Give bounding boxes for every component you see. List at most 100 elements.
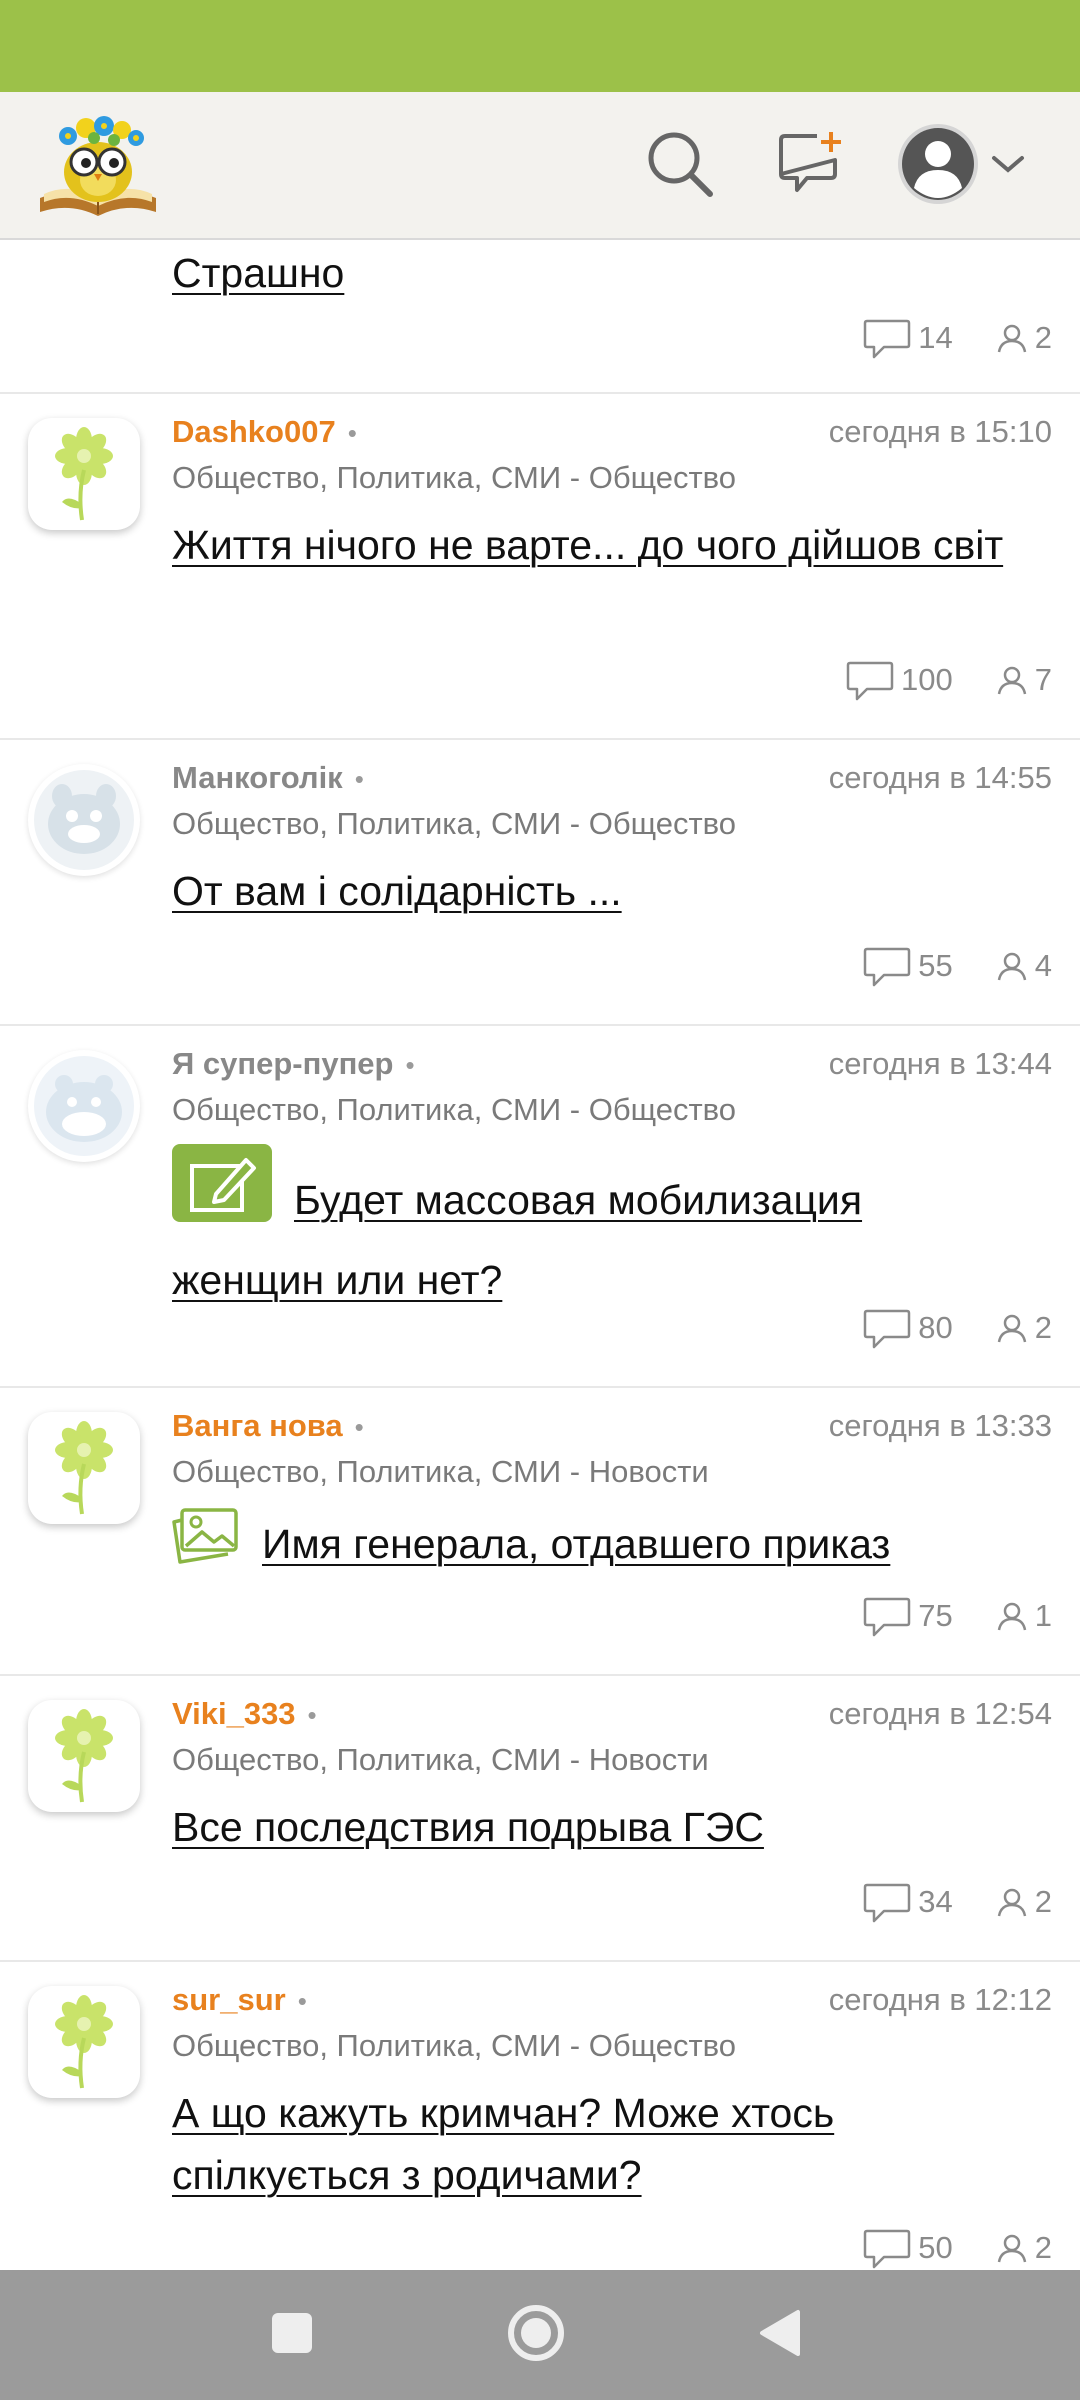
search-button[interactable] xyxy=(636,122,724,210)
image-gallery-icon xyxy=(170,1506,240,1583)
comment-icon xyxy=(864,1309,911,1349)
hamster-avatar-icon xyxy=(34,770,134,870)
flower-avatar-icon xyxy=(55,1995,113,2089)
topic-card[interactable]: sur_sur • сегодня в 12:12 Общество, Полит… xyxy=(0,1962,1080,2270)
profile-menu-button[interactable] xyxy=(896,122,1036,210)
avatar[interactable] xyxy=(28,1412,140,1524)
avatar[interactable] xyxy=(28,1700,140,1812)
topic-card[interactable]: Манкоголік • сегодня в 14:55 Общество, По… xyxy=(0,740,1080,1026)
comments-count: 34 xyxy=(862,1880,953,1924)
post-category[interactable]: Общество, Политика, СМИ - Новости xyxy=(172,1742,709,1778)
post-category[interactable]: Общество, Политика, СМИ - Новости xyxy=(172,1454,709,1490)
topic-stats: 100 7 xyxy=(845,658,1052,702)
topic-title-text[interactable]: Все последствия подрыва ГЭС xyxy=(172,1804,764,1850)
author-name[interactable]: sur_sur • xyxy=(172,1982,307,2018)
post-time: сегодня в 15:10 xyxy=(828,414,1052,449)
topic-stats: 14 2 xyxy=(862,316,1052,360)
topic-title-text[interactable]: Страшно xyxy=(172,250,344,296)
post-time: сегодня в 12:54 xyxy=(828,1696,1052,1731)
comment-icon xyxy=(864,1597,911,1637)
recents-button[interactable] xyxy=(252,2295,332,2375)
avatar[interactable] xyxy=(28,764,140,876)
author-name[interactable]: Ванга нова • xyxy=(172,1408,364,1444)
topic-title[interactable]: Имя генерала, отдавшего приказ xyxy=(170,1506,1050,1583)
user-icon xyxy=(997,1314,1026,1343)
comments-count: 80 xyxy=(862,1306,953,1350)
user-icon xyxy=(997,1602,1026,1631)
comment-icon xyxy=(846,661,894,701)
user-icon xyxy=(997,324,1026,353)
participants-count: 4 xyxy=(995,948,1052,984)
topic-title-text[interactable]: Життя нічого не варте... до чого дійшов … xyxy=(172,522,1003,568)
comments-count: 14 xyxy=(862,316,953,360)
new-post-button[interactable] xyxy=(768,122,856,210)
participants-count: 2 xyxy=(995,2230,1052,2266)
avatar[interactable] xyxy=(28,1986,140,2098)
avatar[interactable] xyxy=(28,418,140,530)
author-name[interactable]: Viki_333 • xyxy=(172,1696,317,1732)
user-icon xyxy=(997,666,1026,695)
post-time: сегодня в 13:33 xyxy=(828,1408,1052,1443)
status-bar xyxy=(0,0,1080,92)
participants-count: 2 xyxy=(995,1310,1052,1346)
post-time: сегодня в 13:44 xyxy=(828,1046,1052,1081)
topic-title-text[interactable]: А що кажуть кримчан? Може хтось спілкуєт… xyxy=(172,2090,834,2198)
topic-title-text[interactable]: От вам і солідарність ... xyxy=(172,868,622,914)
search-icon xyxy=(644,128,716,205)
topic-title[interactable]: А що кажуть кримчан? Може хтось спілкуєт… xyxy=(172,2082,1022,2206)
topic-card[interactable]: Страшно 14 2 xyxy=(0,242,1080,394)
topic-title[interactable]: Будет массовая мобилизация женщин или не… xyxy=(172,1144,1022,1316)
recents-square-icon xyxy=(270,2311,314,2360)
home-circle-icon xyxy=(506,2303,566,2368)
topic-stats: 50 2 xyxy=(862,2226,1052,2270)
comment-icon xyxy=(864,947,911,987)
topic-card[interactable]: Dashko007 • сегодня в 15:10 Общество, Пол… xyxy=(0,394,1080,740)
comments-count: 100 xyxy=(845,658,953,702)
participants-count: 7 xyxy=(995,662,1052,698)
chevron-down-icon xyxy=(988,152,1028,181)
poll-icon xyxy=(172,1144,272,1244)
new-post-icon xyxy=(777,130,847,203)
user-icon xyxy=(997,1888,1026,1917)
topic-stats: 80 2 xyxy=(862,1306,1052,1350)
topic-feed: Страшно 14 2 Dashko007 • сегодня в 15:10 … xyxy=(0,242,1080,2270)
post-category[interactable]: Общество, Политика, СМИ - Общество xyxy=(172,2028,736,2064)
comments-count: 75 xyxy=(862,1594,953,1638)
user-icon xyxy=(997,2234,1026,2263)
post-category[interactable]: Общество, Политика, СМИ - Общество xyxy=(172,806,736,842)
avatar[interactable] xyxy=(28,1050,140,1162)
topic-title-text[interactable]: Будет массовая мобилизация женщин или не… xyxy=(172,1177,862,1303)
topic-title-text[interactable]: Имя генерала, отдавшего приказ xyxy=(262,1521,890,1567)
app-header xyxy=(0,92,1080,240)
home-button[interactable] xyxy=(496,2295,576,2375)
topic-card[interactable]: Ванга нова • сегодня в 13:33 Общество, По… xyxy=(0,1388,1080,1676)
topic-title[interactable]: Страшно xyxy=(172,242,1022,304)
system-nav-bar xyxy=(0,2270,1080,2400)
user-icon xyxy=(997,952,1026,981)
participants-count: 2 xyxy=(995,1884,1052,1920)
comment-icon xyxy=(864,2229,911,2269)
participants-count: 1 xyxy=(995,1598,1052,1634)
author-name[interactable]: Манкоголік • xyxy=(172,760,364,796)
flower-avatar-icon xyxy=(55,1421,113,1515)
post-time: сегодня в 12:12 xyxy=(828,1982,1052,2017)
post-category[interactable]: Общество, Политика, СМИ - Общество xyxy=(172,460,736,496)
comments-count: 55 xyxy=(862,944,953,988)
post-category[interactable]: Общество, Политика, СМИ - Общество xyxy=(172,1092,736,1128)
topic-title[interactable]: Все последствия подрыва ГЭС xyxy=(172,1796,1022,1858)
back-triangle-icon xyxy=(758,2308,802,2363)
flower-avatar-icon xyxy=(55,1709,113,1803)
back-button[interactable] xyxy=(740,2295,820,2375)
topic-card[interactable]: Я супер-пупер • сегодня в 13:44 Общество,… xyxy=(0,1026,1080,1388)
author-name[interactable]: Я супер-пупер • xyxy=(172,1046,415,1082)
topic-stats: 34 2 xyxy=(862,1880,1052,1924)
topic-stats: 55 4 xyxy=(862,944,1052,988)
site-logo[interactable] xyxy=(34,106,162,224)
topic-card[interactable]: Viki_333 • сегодня в 12:54 Общество, Поли… xyxy=(0,1676,1080,1962)
topic-title[interactable]: Життя нічого не варте... до чого дійшов … xyxy=(172,514,1022,576)
comment-icon xyxy=(864,319,911,359)
author-name[interactable]: Dashko007 • xyxy=(172,414,357,450)
comment-icon xyxy=(864,1883,911,1923)
topic-title[interactable]: От вам і солідарність ... xyxy=(172,860,1022,922)
topic-stats: 75 1 xyxy=(862,1594,1052,1638)
